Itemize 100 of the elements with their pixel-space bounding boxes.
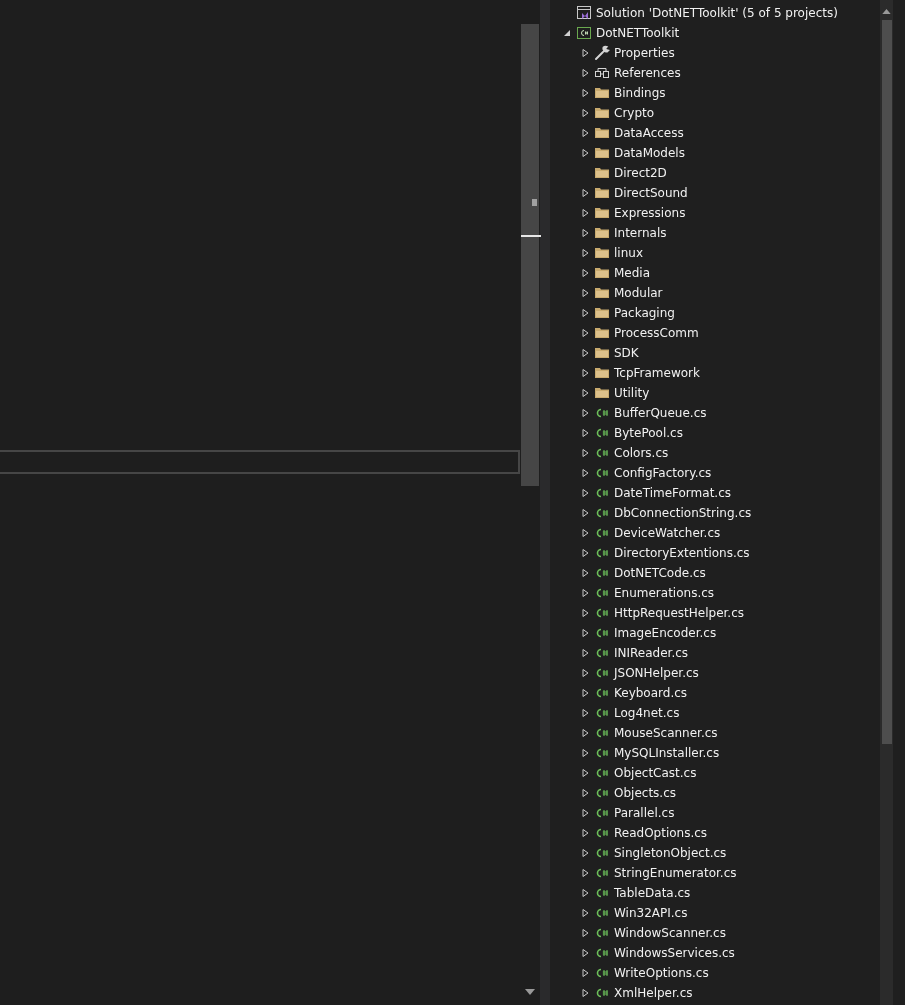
- tree-item[interactable]: Log4net.cs: [550, 703, 880, 723]
- expand-arrow-icon[interactable]: [580, 348, 590, 358]
- expand-arrow-icon[interactable]: [580, 508, 590, 518]
- tree-item[interactable]: MouseScanner.cs: [550, 723, 880, 743]
- expand-arrow-icon[interactable]: [580, 968, 590, 978]
- tree-item[interactable]: DotNETCode.cs: [550, 563, 880, 583]
- tree-item[interactable]: INIReader.cs: [550, 643, 880, 663]
- tree-item[interactable]: Internals: [550, 223, 880, 243]
- tree-item[interactable]: WriteOptions.cs: [550, 963, 880, 983]
- scrollbar-thumb[interactable]: [881, 20, 892, 744]
- expand-arrow-icon[interactable]: [580, 768, 590, 778]
- tree-item[interactable]: Objects.cs: [550, 783, 880, 803]
- expand-arrow-icon[interactable]: [580, 988, 590, 998]
- expand-arrow-icon[interactable]: [580, 268, 590, 278]
- expand-arrow-icon[interactable]: [580, 448, 590, 458]
- expand-arrow-icon[interactable]: [580, 948, 590, 958]
- expand-arrow-icon[interactable]: [580, 828, 590, 838]
- tree-item[interactable]: Parallel.cs: [550, 803, 880, 823]
- scroll-down-icon[interactable]: [525, 989, 535, 995]
- expand-arrow-icon[interactable]: [580, 868, 590, 878]
- tree-item[interactable]: Packaging: [550, 303, 880, 323]
- expand-arrow-icon[interactable]: [580, 208, 590, 218]
- tree-item[interactable]: Win32API.cs: [550, 903, 880, 923]
- expand-arrow-icon[interactable]: [580, 388, 590, 398]
- tree-item[interactable]: Bindings: [550, 83, 880, 103]
- expand-arrow-icon[interactable]: [580, 728, 590, 738]
- expand-arrow-icon[interactable]: [580, 468, 590, 478]
- expand-arrow-icon[interactable]: [580, 888, 590, 898]
- expand-arrow-icon[interactable]: [580, 848, 590, 858]
- tree-item[interactable]: SingletonObject.cs: [550, 843, 880, 863]
- tree-item[interactable]: JSONHelper.cs: [550, 663, 880, 683]
- tree-item[interactable]: Colors.cs: [550, 443, 880, 463]
- expand-arrow-icon[interactable]: [580, 668, 590, 678]
- scrollbar-track[interactable]: [521, 24, 539, 486]
- expand-arrow-icon[interactable]: [580, 548, 590, 558]
- expand-arrow-icon[interactable]: [580, 928, 590, 938]
- expand-arrow-icon[interactable]: [580, 228, 590, 238]
- expand-arrow-icon[interactable]: [580, 588, 590, 598]
- expand-arrow-icon[interactable]: [580, 188, 590, 198]
- collapse-arrow-icon[interactable]: [562, 28, 572, 38]
- tree-item[interactable]: XmlHelper.cs: [550, 983, 880, 1003]
- expand-arrow-icon[interactable]: [580, 488, 590, 498]
- tree-item[interactable]: Modular: [550, 283, 880, 303]
- expand-arrow-icon[interactable]: [580, 88, 590, 98]
- expand-arrow-icon[interactable]: [580, 428, 590, 438]
- tree-item[interactable]: BytePool.cs: [550, 423, 880, 443]
- tree-item[interactable]: DirectSound: [550, 183, 880, 203]
- tree-item[interactable]: DotNETToolkit: [550, 23, 880, 43]
- tree-item[interactable]: SDK: [550, 343, 880, 363]
- tree-item[interactable]: Keyboard.cs: [550, 683, 880, 703]
- tree-item[interactable]: Expressions: [550, 203, 880, 223]
- expand-arrow-icon[interactable]: [580, 568, 590, 578]
- tree-item[interactable]: MySQLInstaller.cs: [550, 743, 880, 763]
- tree-item[interactable]: WindowsServices.cs: [550, 943, 880, 963]
- tree-item[interactable]: References: [550, 63, 880, 83]
- tree-item[interactable]: linux: [550, 243, 880, 263]
- expand-arrow-icon[interactable]: [580, 528, 590, 538]
- expand-arrow-icon[interactable]: [580, 648, 590, 658]
- expand-arrow-icon[interactable]: [580, 688, 590, 698]
- tree-item[interactable]: BufferQueue.cs: [550, 403, 880, 423]
- expand-arrow-icon[interactable]: [580, 288, 590, 298]
- tree-item[interactable]: WindowScanner.cs: [550, 923, 880, 943]
- input-field[interactable]: [0, 450, 520, 474]
- tree-item[interactable]: HttpRequestHelper.cs: [550, 603, 880, 623]
- tree-item[interactable]: Crypto: [550, 103, 880, 123]
- expand-arrow-icon[interactable]: [580, 408, 590, 418]
- tree-item[interactable]: Properties: [550, 43, 880, 63]
- tree-item[interactable]: ObjectCast.cs: [550, 763, 880, 783]
- expand-arrow-icon[interactable]: [580, 788, 590, 798]
- tree-item[interactable]: DeviceWatcher.cs: [550, 523, 880, 543]
- tree-item[interactable]: DataModels: [550, 143, 880, 163]
- expand-arrow-icon[interactable]: [580, 908, 590, 918]
- expand-arrow-icon[interactable]: [580, 368, 590, 378]
- expand-arrow-icon[interactable]: [580, 48, 590, 58]
- tree-item[interactable]: Enumerations.cs: [550, 583, 880, 603]
- tree-item[interactable]: DateTimeFormat.cs: [550, 483, 880, 503]
- expand-arrow-icon[interactable]: [580, 748, 590, 758]
- tree-item[interactable]: StringEnumerator.cs: [550, 863, 880, 883]
- expand-arrow-icon[interactable]: [580, 708, 590, 718]
- expand-arrow-icon[interactable]: [580, 328, 590, 338]
- expand-arrow-icon[interactable]: [580, 308, 590, 318]
- expand-arrow-icon[interactable]: [580, 68, 590, 78]
- expand-arrow-icon[interactable]: [580, 248, 590, 258]
- tree-item[interactable]: ProcessComm: [550, 323, 880, 343]
- tree-item[interactable]: TableData.cs: [550, 883, 880, 903]
- tree-item[interactable]: TcpFramework: [550, 363, 880, 383]
- tree-item[interactable]: DataAccess: [550, 123, 880, 143]
- expand-arrow-icon[interactable]: [580, 628, 590, 638]
- expand-arrow-icon[interactable]: [580, 148, 590, 158]
- expand-arrow-icon[interactable]: [580, 108, 590, 118]
- tree-item[interactable]: Utility: [550, 383, 880, 403]
- tree-item[interactable]: ImageEncoder.cs: [550, 623, 880, 643]
- tree-item[interactable]: Solution 'DotNETToolkit' (5 of 5 projects): [550, 3, 880, 23]
- tree-item[interactable]: Direct2D: [550, 163, 880, 183]
- tree-item[interactable]: ConfigFactory.cs: [550, 463, 880, 483]
- tree-item[interactable]: ReadOptions.cs: [550, 823, 880, 843]
- scroll-up-icon[interactable]: [882, 9, 891, 14]
- tree-item[interactable]: DirectoryExtentions.cs: [550, 543, 880, 563]
- expand-arrow-icon[interactable]: [580, 128, 590, 138]
- expand-arrow-icon[interactable]: [580, 608, 590, 618]
